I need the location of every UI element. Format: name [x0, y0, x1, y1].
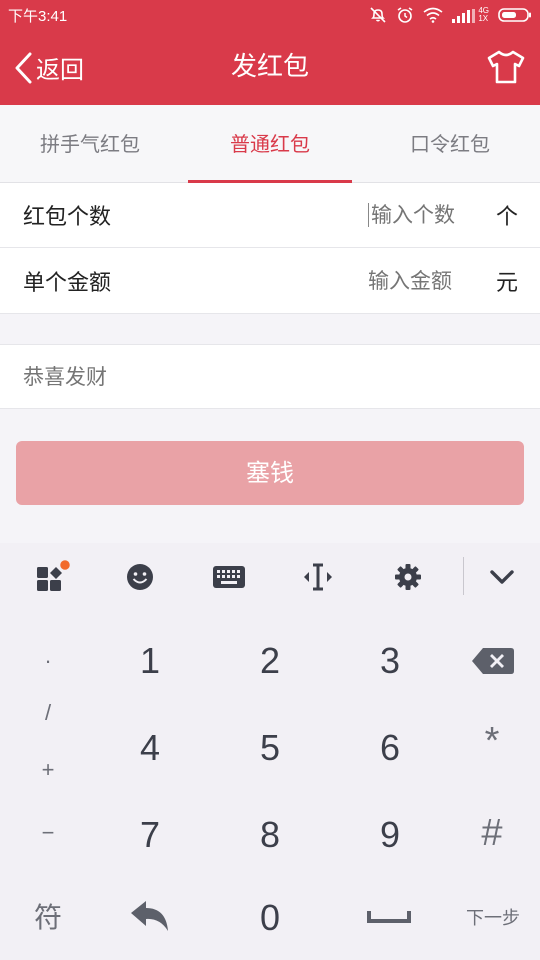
key-8[interactable]: 8 — [230, 805, 310, 865]
alarm-icon — [397, 7, 413, 23]
key-hash[interactable]: # — [462, 803, 522, 863]
key-6[interactable]: 6 — [350, 718, 430, 778]
key-plus[interactable]: + — [28, 750, 68, 790]
emoji-icon — [127, 564, 153, 590]
numeric-keyboard: · / + − 1 2 3 4 5 6 7 8 9 0 * # 符 下一步 — [0, 543, 540, 960]
tshirt-icon — [487, 50, 525, 84]
undo-key[interactable] — [125, 895, 175, 939]
key-1[interactable]: 1 — [110, 631, 190, 691]
toolbar-divider — [463, 557, 464, 595]
single-amount-input[interactable] — [368, 268, 478, 293]
backspace-button[interactable] — [468, 643, 518, 679]
submit-money-button[interactable]: 塞钱 — [16, 441, 524, 505]
single-amount-row: 单个金额 元 — [0, 248, 540, 314]
key-4[interactable]: 4 — [110, 718, 190, 778]
key-slash[interactable]: / — [28, 693, 68, 733]
greeting-input[interactable] — [23, 364, 503, 389]
packet-type-tabs: 拼手气红包 普通红包 口令红包 — [0, 105, 540, 183]
key-3[interactable]: 3 — [350, 631, 430, 691]
status-time: 下午3:41 — [8, 7, 68, 25]
next-key[interactable]: 下一步 — [458, 897, 528, 937]
back-button[interactable]: 返回 — [12, 30, 84, 105]
space-icon — [367, 911, 411, 923]
undo-icon — [131, 901, 168, 931]
keyboard-switch-button[interactable] — [209, 559, 249, 595]
space-key[interactable] — [366, 905, 412, 929]
key-2[interactable]: 2 — [230, 631, 310, 691]
tab-lucky-packet[interactable]: 拼手气红包 — [0, 105, 180, 182]
gear-icon — [395, 564, 421, 590]
greeting-row — [0, 344, 540, 409]
key-9[interactable]: 9 — [350, 805, 430, 865]
status-bar: 下午3:41 4G 1X — [0, 0, 540, 30]
cursor-button[interactable] — [298, 559, 338, 595]
symbols-key[interactable]: 符 — [23, 891, 73, 941]
bell-muted-icon — [370, 7, 386, 23]
single-amount-label: 单个金额 — [23, 270, 112, 296]
emoji-button[interactable] — [120, 559, 160, 595]
tab-normal-packet[interactable]: 普通红包 — [180, 105, 360, 183]
hide-keyboard-button[interactable] — [482, 559, 522, 595]
signal-type: 1X — [478, 14, 489, 23]
key-star[interactable]: * — [462, 711, 522, 771]
signal-icon — [452, 9, 476, 23]
chevron-down-icon — [490, 570, 514, 584]
key-dot[interactable]: · — [28, 641, 68, 681]
title-bar: 返回 发红包 — [0, 30, 540, 105]
key-0[interactable]: 0 — [230, 888, 310, 948]
cursor-move-icon — [304, 563, 332, 591]
apps-grid-icon — [37, 559, 70, 591]
tab-password-packet[interactable]: 口令红包 — [360, 105, 540, 182]
keyboard-icon — [213, 566, 245, 588]
packet-count-row: 红包个数 个 — [0, 183, 540, 248]
packet-count-input[interactable] — [368, 203, 478, 227]
backspace-icon — [472, 648, 514, 674]
settings-button[interactable] — [388, 559, 428, 595]
key-7[interactable]: 7 — [110, 805, 190, 865]
packet-count-label: 红包个数 — [23, 205, 112, 230]
single-amount-unit: 元 — [495, 270, 518, 296]
apps-button[interactable] — [30, 559, 70, 595]
packet-count-unit: 个 — [495, 205, 518, 230]
key-5[interactable]: 5 — [230, 718, 310, 778]
key-minus[interactable]: − — [28, 813, 68, 853]
keyboard-toolbar — [0, 543, 540, 609]
wifi-icon — [423, 7, 443, 23]
theme-button[interactable] — [486, 49, 526, 85]
back-label: 返回 — [36, 56, 84, 84]
chevron-left-icon — [15, 52, 32, 83]
battery-icon — [498, 8, 531, 22]
